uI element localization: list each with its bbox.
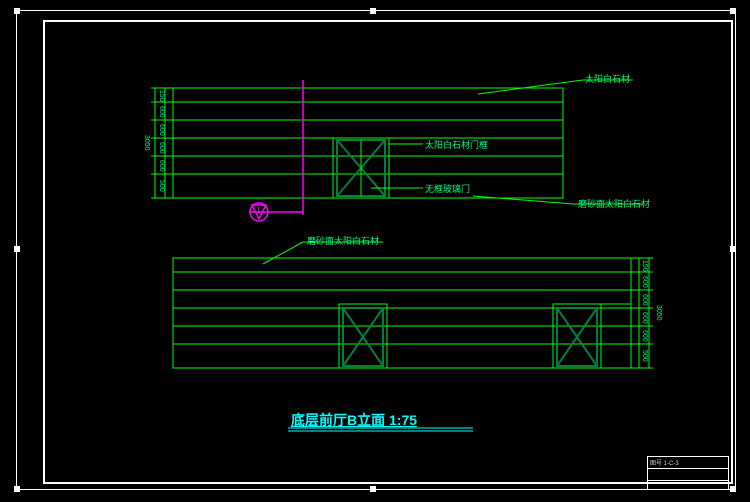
label-top-stone: 太阳白石材 [585, 72, 630, 85]
drawing-title: 底层前厅B立面 1:75 [291, 410, 417, 430]
dim-u4: 600 [158, 142, 165, 154]
dim-l1: 150 [641, 260, 648, 272]
dim-u1: 150 [158, 90, 165, 102]
corner-tl [14, 8, 20, 14]
dim-l5: 600 [641, 330, 648, 342]
label-polished-stone2: 磨砂面太阳白石材 [307, 234, 379, 247]
dim-u6: 500 [158, 180, 165, 192]
dim-l4: 600 [641, 312, 648, 324]
corner-bl [14, 486, 20, 492]
dim-u2: 600 [158, 106, 165, 118]
label-polished-stone: 磨砂面太阳白石材 [578, 197, 650, 210]
tick-b [370, 486, 376, 492]
section-mark-number: 1 [256, 206, 260, 215]
dim-u5: 600 [158, 160, 165, 172]
titleblock-line1: 图号 1-C-3 [648, 457, 728, 468]
corner-tr [730, 8, 736, 14]
dim-upper-total: 3050 [143, 135, 150, 151]
tick-l [14, 246, 20, 252]
dim-l2: 600 [641, 276, 648, 288]
tick-r [730, 246, 736, 252]
dim-u3: 600 [158, 124, 165, 136]
drawing-area: 太阳白石材 太阳白石材门框 无框玻璃门 磨砂面太阳白石材 磨砂面太阳白石材 30… [43, 20, 729, 482]
dim-l6: 500 [641, 350, 648, 362]
titleblock-line3 [648, 480, 728, 492]
title-block: 图号 1-C-3 [647, 456, 729, 490]
corner-br [730, 486, 736, 492]
dim-l3: 600 [641, 294, 648, 306]
titleblock-line2 [648, 468, 728, 480]
tick-t [370, 8, 376, 14]
label-glass-door: 无框玻璃门 [425, 182, 470, 195]
dim-lower-total: 3050 [655, 305, 662, 321]
label-door-frame: 太阳白石材门框 [425, 138, 488, 151]
